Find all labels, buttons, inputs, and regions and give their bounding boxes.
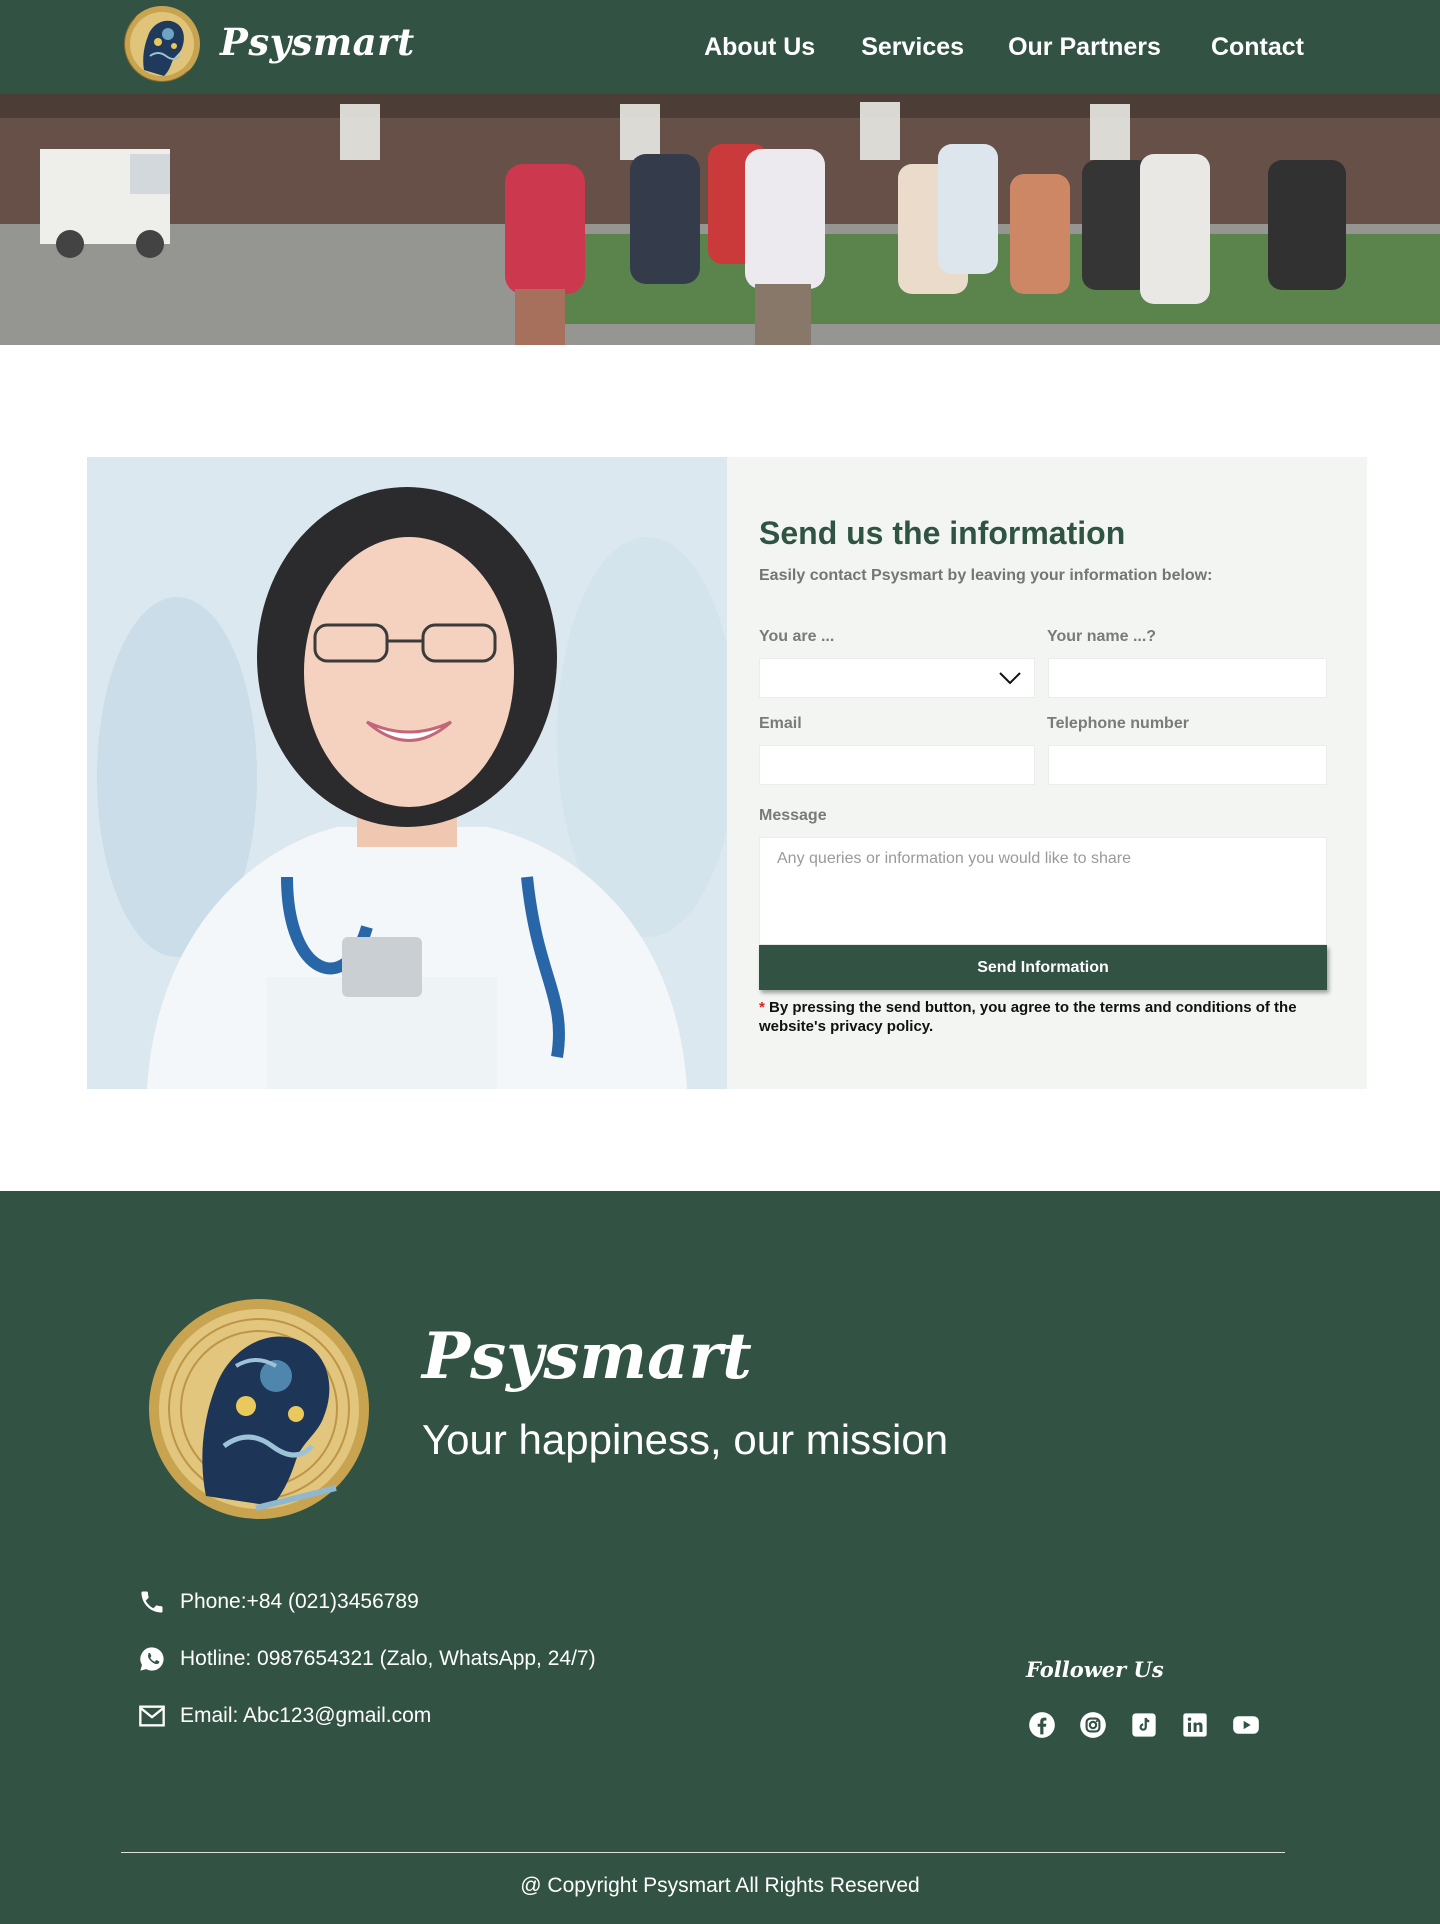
privacy-disclaimer: * By pressing the send button, you agree…	[759, 998, 1319, 1036]
telephone-label: Telephone number	[1047, 715, 1189, 732]
your-name-label: Your name ...?	[1047, 628, 1157, 645]
instagram-icon[interactable]	[1079, 1711, 1107, 1739]
phone-icon	[138, 1588, 166, 1616]
contact-form-panel: Send us the information Easily contact P…	[727, 457, 1367, 1089]
your-name-input[interactable]	[1048, 658, 1327, 698]
nav-our-partners[interactable]: Our Partners	[1008, 33, 1161, 62]
follow-us-label: Follower Us	[1026, 1657, 1164, 1682]
facebook-icon[interactable]	[1028, 1711, 1056, 1739]
site-footer: Psysmart Your happiness, our mission Pho…	[0, 1191, 1440, 1924]
footer-logo-icon	[146, 1296, 372, 1522]
nav-contact[interactable]: Contact	[1211, 33, 1304, 62]
you-are-select[interactable]	[759, 658, 1035, 698]
footer-tagline: Your happiness, our mission	[422, 1416, 949, 1463]
email-text: Email: Abc123@gmail.com	[180, 1704, 432, 1727]
message-textarea[interactable]	[759, 837, 1327, 945]
form-title: Send us the information	[759, 515, 1126, 551]
email-label: Email	[759, 715, 802, 732]
telephone-input[interactable]	[1048, 745, 1327, 785]
message-label: Message	[759, 807, 827, 824]
youtube-icon[interactable]	[1232, 1711, 1260, 1739]
social-links	[1028, 1711, 1260, 1739]
form-subtitle: Easily contact Psysmart by leaving your …	[759, 567, 1213, 584]
footer-divider	[121, 1852, 1285, 1853]
hero-banner-image	[0, 94, 1440, 345]
footer-brand: Psysmart	[422, 1319, 752, 1394]
copyright-text: @ Copyright Psysmart All Rights Reserved	[520, 1874, 920, 1897]
send-information-button[interactable]: Send Information	[759, 945, 1327, 990]
nav-services[interactable]: Services	[861, 33, 964, 62]
phone-text: Phone:+84 (021)3456789	[180, 1590, 419, 1613]
site-header: Psysmart About Us Services Our Partners …	[0, 0, 1440, 94]
linkedin-icon[interactable]	[1181, 1711, 1209, 1739]
logo-icon[interactable]	[124, 6, 200, 82]
disclaimer-text: By pressing the send button, you agree t…	[759, 999, 1297, 1035]
footer-hotline: Hotline: 0987654321 (Zalo, WhatsApp, 24/…	[138, 1645, 596, 1673]
hotline-text: Hotline: 0987654321 (Zalo, WhatsApp, 24/…	[180, 1647, 596, 1670]
footer-email: Email: Abc123@gmail.com	[138, 1702, 431, 1730]
email-input[interactable]	[759, 745, 1035, 785]
site-logo-text[interactable]: Psysmart	[220, 20, 415, 64]
nav-about-us[interactable]: About Us	[704, 33, 815, 62]
chevron-down-icon	[998, 670, 1022, 686]
tiktok-icon[interactable]	[1130, 1711, 1158, 1739]
whatsapp-icon	[138, 1645, 166, 1673]
doctor-photo	[87, 457, 727, 1089]
footer-phone: Phone:+84 (021)3456789	[138, 1588, 419, 1616]
mail-icon	[138, 1702, 166, 1730]
contact-section: Send us the information Easily contact P…	[87, 457, 1367, 1089]
you-are-label: You are ...	[759, 628, 835, 645]
main-nav: About Us Services Our Partners Contact	[704, 0, 1304, 94]
